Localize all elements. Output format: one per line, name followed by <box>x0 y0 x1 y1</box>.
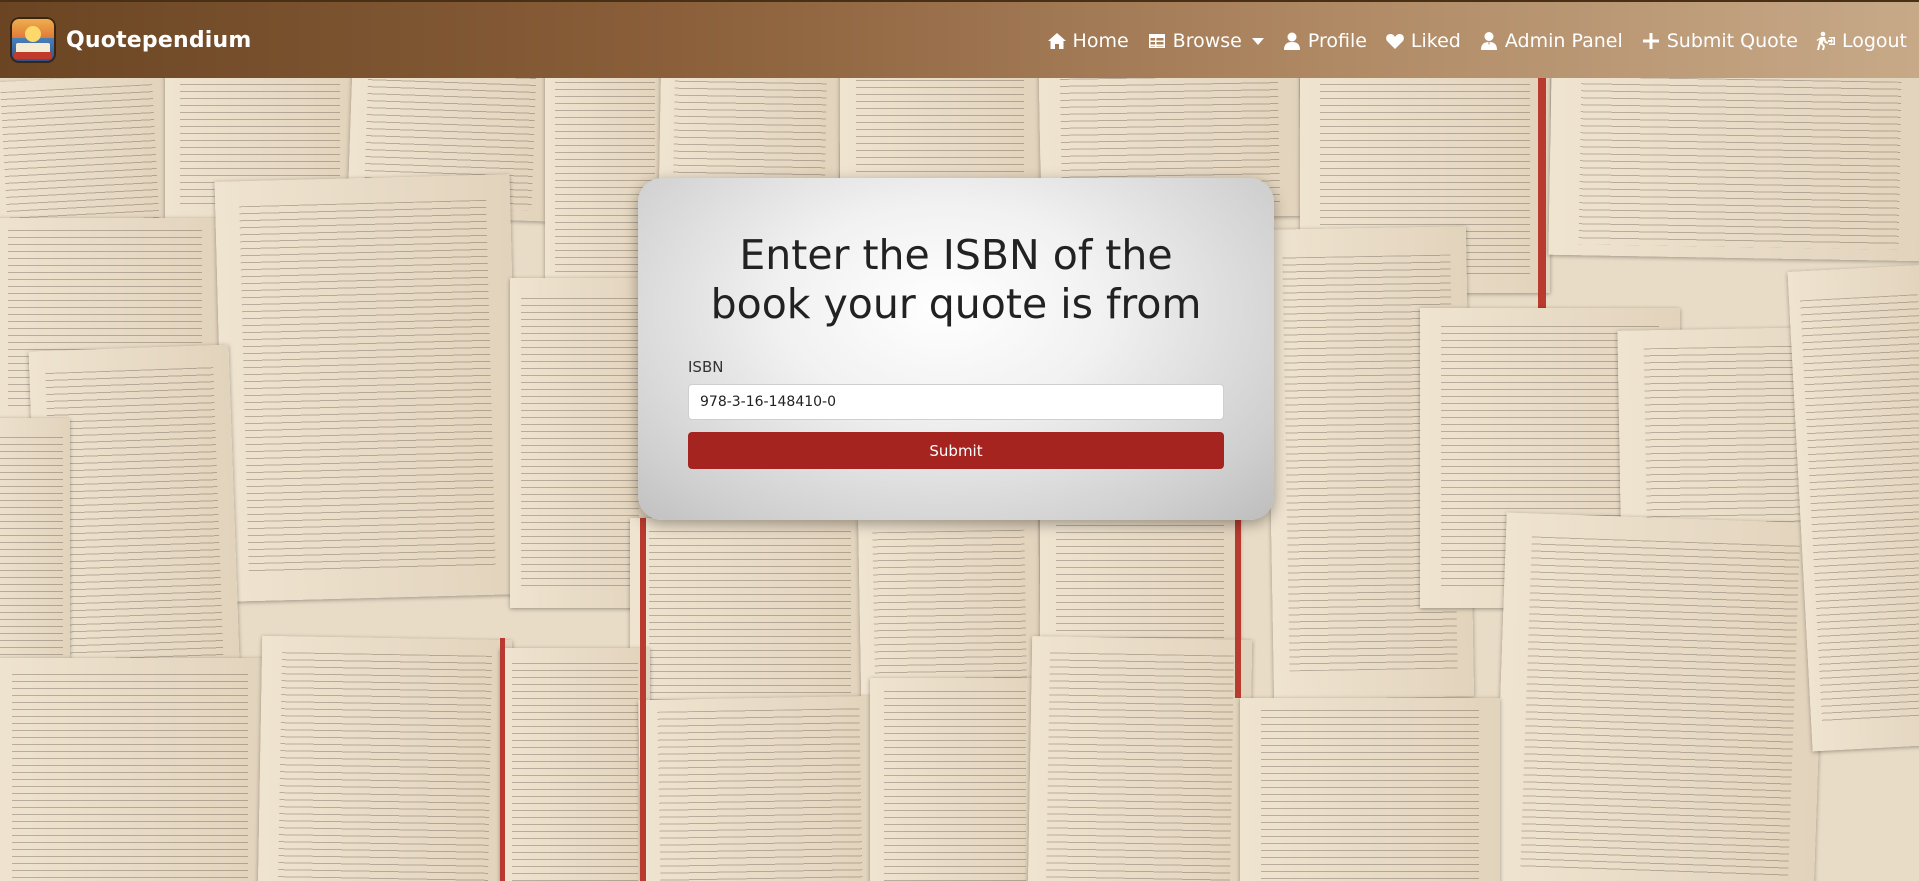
chevron-down-icon <box>1251 37 1264 45</box>
nav-admin-panel[interactable]: Admin Panel <box>1479 30 1623 52</box>
user-tie-icon <box>1480 32 1497 50</box>
nav-home[interactable]: Home <box>1047 30 1129 52</box>
logout-icon <box>1816 31 1835 50</box>
nav-liked[interactable]: Liked <box>1385 30 1461 52</box>
nav-home-label: Home <box>1072 30 1129 52</box>
nav-admin-panel-label: Admin Panel <box>1504 30 1623 52</box>
brand-name: Quotependium <box>66 27 252 53</box>
home-icon <box>1047 33 1066 49</box>
isbn-label: ISBN <box>688 358 724 376</box>
nav-logout[interactable]: Logout <box>1816 30 1907 52</box>
nav-browse-label: Browse <box>1172 30 1242 52</box>
nav-logout-label: Logout <box>1841 30 1907 52</box>
nav-submit-quote-label: Submit Quote <box>1666 30 1798 52</box>
submit-button[interactable]: Submit <box>688 432 1224 469</box>
nav-submit-quote[interactable]: Submit Quote <box>1641 30 1798 52</box>
form-title: Enter the ISBN of the book your quote is… <box>710 231 1202 328</box>
nav-profile-label: Profile <box>1307 30 1367 52</box>
navbar: Quotependium Home Browse Profile Liked A… <box>0 0 1919 78</box>
plus-icon <box>1642 33 1659 49</box>
heart-icon <box>1386 34 1404 49</box>
nav-browse[interactable]: Browse <box>1147 30 1264 52</box>
table-icon <box>1148 34 1165 48</box>
brand[interactable]: Quotependium <box>10 17 252 63</box>
nav-liked-label: Liked <box>1410 30 1461 52</box>
main-nav: Home Browse Profile Liked Admin Panel Su… <box>1047 2 1907 80</box>
isbn-form-card: Enter the ISBN of the book your quote is… <box>638 178 1274 520</box>
quotependium-logo <box>10 17 56 63</box>
nav-profile[interactable]: Profile <box>1282 30 1367 52</box>
isbn-input[interactable] <box>688 384 1224 420</box>
user-icon <box>1283 32 1300 50</box>
